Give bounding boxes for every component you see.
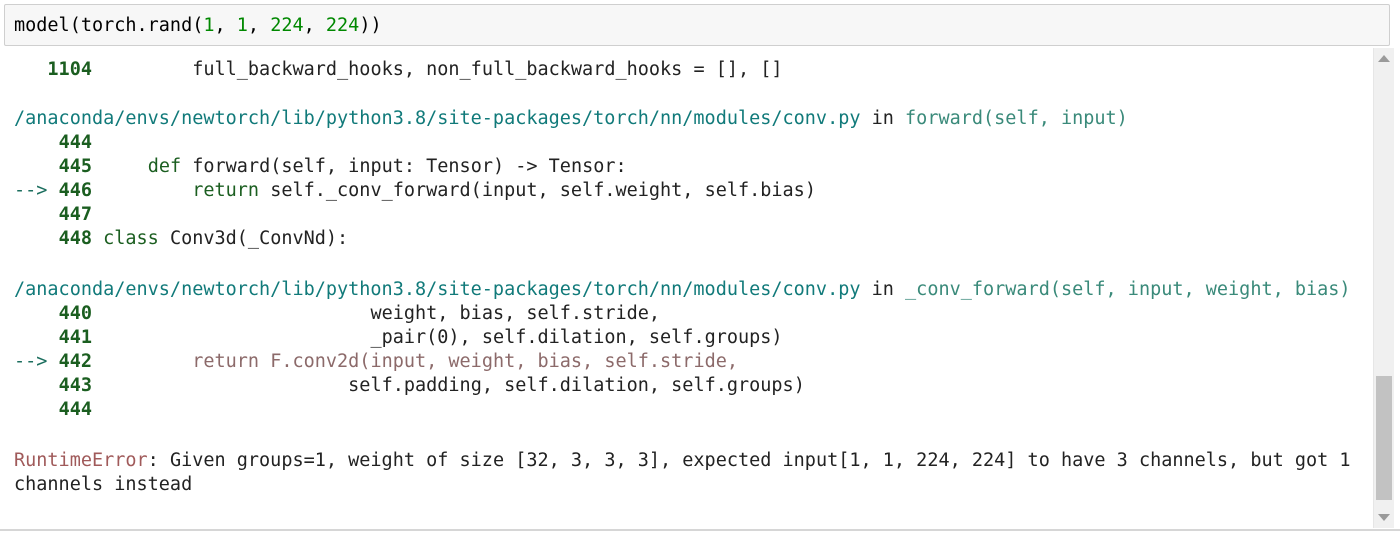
traceback-current-line: --> 446 return self._conv_forward(input,… — [14, 179, 816, 203]
code-keyword: return — [192, 180, 260, 201]
line-number: 446 — [58, 180, 92, 201]
error-colon: : — [147, 450, 159, 471]
traceback-line: 440 weight, bias, self.stride, — [14, 302, 660, 326]
cell-output-area: 1104 full_backward_hooks, non_full_backw… — [0, 46, 1372, 526]
traceback-line: 444 — [14, 398, 92, 422]
code-line-text: self._conv_forward(input, self.weight, s… — [270, 180, 816, 201]
code-keyword: def — [147, 156, 182, 177]
error-message-line: channels instead — [14, 473, 192, 497]
error-message: channels instead — [14, 474, 193, 495]
line-number: 442 — [58, 351, 92, 372]
line-number: 448 — [58, 228, 92, 249]
line-number: 445 — [58, 156, 92, 177]
line-number: 1104 — [47, 59, 92, 80]
code-line-text: forward(self, input: Tensor) -> Tensor: — [192, 156, 627, 177]
code-keyword: class — [103, 228, 159, 249]
traceback-line: 445 def forward(self, input: Tensor) -> … — [14, 155, 627, 179]
traceback-line: 443 self.padding, self.dilation, self.gr… — [14, 374, 805, 398]
code-sep: , — [303, 15, 326, 36]
code-line-text: full_backward_hooks, non_full_backward_h… — [192, 59, 783, 80]
code-sep: , — [214, 15, 237, 36]
code-arg: 224 — [270, 15, 304, 36]
traceback-line: 441 _pair(0), self.dilation, self.groups… — [14, 326, 783, 350]
file-path: /anaconda/envs/newtorch/lib/python3.8/si… — [14, 279, 861, 300]
code-arg: 1 — [236, 15, 248, 36]
error-message-line: RuntimeError: Given groups=1, weight of … — [14, 449, 1351, 473]
code-line-text: weight, bias, self.stride, — [370, 303, 661, 324]
code-input-text[interactable]: model(torch.rand(1, 1, 224, 224)) — [14, 15, 382, 37]
code-arg: 224 — [325, 15, 360, 36]
code-sep: , — [247, 15, 271, 36]
line-number: 444 — [58, 399, 92, 420]
file-path: /anaconda/envs/newtorch/lib/python3.8/si… — [14, 108, 861, 129]
traceback-current-line: --> 442 return F.conv2d(input, weight, b… — [14, 350, 738, 374]
line-number: 440 — [58, 303, 92, 324]
traceback-frame-header: /anaconda/envs/newtorch/lib/python3.8/si… — [14, 278, 1351, 302]
triangle-up-icon[interactable] — [1378, 55, 1390, 62]
line-number: 444 — [58, 132, 92, 153]
code-suffix: )) — [359, 15, 382, 36]
function-name: _conv_forward(self, input, weight, bias) — [905, 279, 1351, 300]
triangle-down-icon[interactable] — [1378, 514, 1390, 521]
output-scrollbar[interactable] — [1373, 48, 1394, 528]
traceback-line: 448 class Conv3d(_ConvNd): — [14, 227, 349, 251]
in-word: in — [871, 108, 894, 129]
line-number: 443 — [58, 375, 92, 396]
traceback-line: 1104 full_backward_hooks, non_full_backw… — [14, 58, 783, 82]
code-input-cell[interactable]: model(torch.rand(1, 1, 224, 224)) — [4, 4, 1390, 46]
error-message: Given groups=1, weight of size [32, 3, 3… — [169, 450, 1351, 471]
function-name: forward(self, input) — [905, 108, 1128, 129]
code-line-text: self.padding, self.dilation, self.groups… — [348, 375, 805, 396]
error-name: RuntimeError — [14, 450, 148, 471]
code-line-text: Conv3d(_ConvNd): — [169, 228, 349, 249]
traceback-frame-header: /anaconda/envs/newtorch/lib/python3.8/si… — [14, 107, 1128, 131]
code-line-text: _pair(0), self.dilation, self.groups) — [370, 327, 783, 348]
traceback-line: 444 — [14, 131, 92, 155]
current-line-arrow: --> — [14, 180, 48, 201]
code-prefix: model(torch.rand( — [14, 15, 204, 36]
traceback-line: 447 — [14, 203, 92, 227]
line-number: 447 — [58, 204, 92, 225]
scrollbar-thumb[interactable] — [1376, 376, 1392, 500]
in-word: in — [871, 279, 894, 300]
line-number: 441 — [58, 327, 92, 348]
cell-divider — [0, 529, 1400, 531]
current-line-arrow: --> — [14, 351, 48, 372]
code-line-text: return F.conv2d(input, weight, bias, sel… — [192, 351, 738, 372]
code-arg: 1 — [203, 15, 215, 36]
